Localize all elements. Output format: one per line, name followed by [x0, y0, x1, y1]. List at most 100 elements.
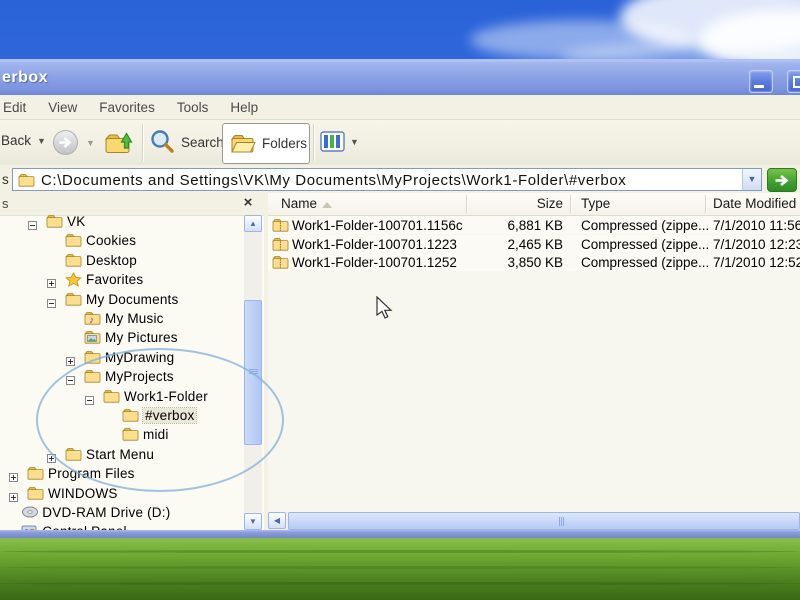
file-type: Compressed (zippe...	[581, 255, 709, 270]
minimize-button[interactable]	[749, 70, 773, 93]
views-icon	[320, 131, 345, 152]
scroll-left-button[interactable]: ◀	[268, 512, 286, 529]
menu-item-edit[interactable]: Edit	[3, 100, 26, 115]
folder-icon	[65, 253, 82, 272]
forward-icon	[52, 129, 79, 156]
scrollbar-thumb[interactable]	[244, 300, 262, 445]
up-button[interactable]	[102, 127, 134, 162]
maximize-button[interactable]	[787, 70, 800, 93]
menu-item-favorites[interactable]: Favorites	[99, 100, 155, 115]
file-row-work1-folder-100701-1156c[interactable]: Work1-Folder-100701.1156c6,881 KBCompres…	[268, 216, 800, 234]
tree-item-my-documents[interactable]: My Documents	[0, 291, 244, 309]
file-size: 3,850 KB	[438, 255, 563, 270]
window-title: erbox	[2, 69, 48, 87]
disc-icon	[21, 505, 39, 524]
address-input[interactable]: C:\Documents and Settings\VK\My Document…	[12, 168, 762, 191]
file-name: Work1-Folder-100701.1223	[292, 237, 457, 252]
tree-item-label: My Pictures	[105, 330, 178, 345]
tree-item-label: My Music	[105, 311, 164, 326]
tree-item-label: #verbox	[143, 408, 196, 423]
list-horizontal-scrollbar[interactable]: ◀	[268, 512, 800, 530]
folder-icon	[122, 408, 139, 427]
file-type: Compressed (zippe...	[581, 237, 709, 252]
folder-icon	[103, 389, 120, 408]
tree-item-label: MyDrawing	[105, 350, 174, 365]
address-bar: s C:\Documents and Settings\VK\My Docume…	[0, 165, 800, 194]
file-date-modified: 7/1/2010 11:56	[713, 218, 800, 233]
tree-item-verbox[interactable]: #verbox	[0, 407, 244, 425]
chevron-down-icon: ▼	[350, 137, 359, 147]
close-pane-button[interactable]: ×	[238, 193, 258, 213]
menu-bar: Edit View Favorites Tools Help	[0, 95, 800, 120]
title-bar[interactable]: erbox	[0, 62, 800, 95]
file-row-work1-folder-100701-1252[interactable]: Work1-Folder-100701.12523,850 KBCompress…	[268, 253, 800, 271]
tree-item-desktop[interactable]: Desktop	[0, 252, 244, 270]
go-arrow-icon	[774, 174, 791, 187]
folder-icon	[46, 215, 63, 233]
tree-item-label: MyProjects	[105, 369, 174, 384]
tree-item-mydrawing[interactable]: MyDrawing	[0, 349, 244, 367]
folders-pane-title-fragment: s	[2, 196, 9, 211]
chevron-down-icon[interactable]: ▼	[86, 138, 95, 148]
go-button[interactable]	[767, 168, 797, 192]
tree-item-dvd-ram-drive-d[interactable]: DVD-RAM Drive (D:)	[0, 504, 244, 522]
content-panes: s × VK Cookies DesktopFavorites My Document…	[0, 193, 800, 530]
back-button-label: Back	[1, 133, 31, 148]
tree-item-my-pictures[interactable]: My Pictures	[0, 329, 244, 347]
tree-vertical-scrollbar[interactable]: ▲ ▼	[244, 215, 262, 530]
tree-item-windows[interactable]: WINDOWS	[0, 485, 244, 503]
folder-tree: VK Cookies DesktopFavorites My Documents ♪ My…	[0, 215, 244, 530]
tree-item-label: Program Files	[48, 466, 135, 481]
menu-item-help[interactable]: Help	[230, 100, 258, 115]
music-icon: ♪	[84, 311, 101, 330]
folders-button-label: Folders	[262, 136, 307, 151]
tree-item-work1-folder[interactable]: Work1-Folder	[0, 388, 244, 406]
chevron-down-icon: ▼	[37, 136, 46, 146]
toolbar: Back ▼ ▼ Search	[0, 120, 800, 166]
tree-item-favorites[interactable]: Favorites	[0, 271, 244, 289]
search-button[interactable]: Search	[148, 128, 224, 156]
desktop-wallpaper-grass	[0, 536, 800, 600]
scrollbar-thumb[interactable]	[288, 512, 800, 530]
tree-item-midi[interactable]: midi	[0, 426, 244, 444]
sort-ascending-icon	[322, 202, 332, 208]
back-button[interactable]: Back ▼	[1, 133, 46, 148]
tree-item-myprojects[interactable]: MyProjects	[0, 368, 244, 386]
menu-item-view[interactable]: View	[48, 100, 77, 115]
scroll-up-button[interactable]: ▲	[244, 215, 262, 232]
minimize-icon	[754, 85, 764, 88]
tree-item-program-files[interactable]: Program Files	[0, 465, 244, 483]
tree-item-vk[interactable]: VK	[0, 215, 244, 231]
address-path: C:\Documents and Settings\VK\My Document…	[41, 172, 626, 189]
folders-pane-header: s ×	[0, 193, 264, 216]
tree-item-control-panel[interactable]: Control Panel	[0, 523, 244, 530]
tree-item-label: WINDOWS	[48, 486, 118, 501]
svg-text:♪: ♪	[89, 315, 94, 325]
tree-item-label: My Documents	[86, 292, 178, 307]
menu-item-tools[interactable]: Tools	[177, 100, 209, 115]
toolbar-separator	[142, 124, 143, 161]
views-button[interactable]: ▼	[320, 131, 359, 152]
folders-button[interactable]: Folders	[222, 123, 310, 164]
folder-icon	[27, 486, 44, 505]
search-icon	[148, 128, 176, 156]
scroll-down-button[interactable]: ▼	[244, 513, 262, 530]
tree-item-cookies[interactable]: Cookies	[0, 232, 244, 250]
maximize-icon	[793, 76, 800, 88]
address-dropdown-button[interactable]: ▼	[742, 169, 761, 190]
file-type: Compressed (zippe...	[581, 218, 709, 233]
picture-icon	[84, 330, 101, 349]
tree-item-label: Cookies	[86, 233, 136, 248]
folder-icon	[65, 447, 82, 466]
window-bottom-border	[0, 530, 800, 538]
forward-button[interactable]	[52, 129, 79, 161]
file-row-work1-folder-100701-1223[interactable]: Work1-Folder-100701.12232,465 KBCompress…	[268, 235, 800, 253]
column-header-size[interactable]: Size	[490, 196, 563, 211]
tree-item-label: Work1-Folder	[124, 389, 208, 404]
column-header-date[interactable]: Date Modified	[713, 196, 796, 211]
column-header-type[interactable]: Type	[581, 196, 610, 211]
tree-item-start-menu[interactable]: Start Menu	[0, 446, 244, 464]
column-header-name[interactable]: Name	[281, 196, 317, 211]
tree-item-my-music[interactable]: ♪ My Music	[0, 310, 244, 328]
folder-icon	[65, 292, 82, 311]
